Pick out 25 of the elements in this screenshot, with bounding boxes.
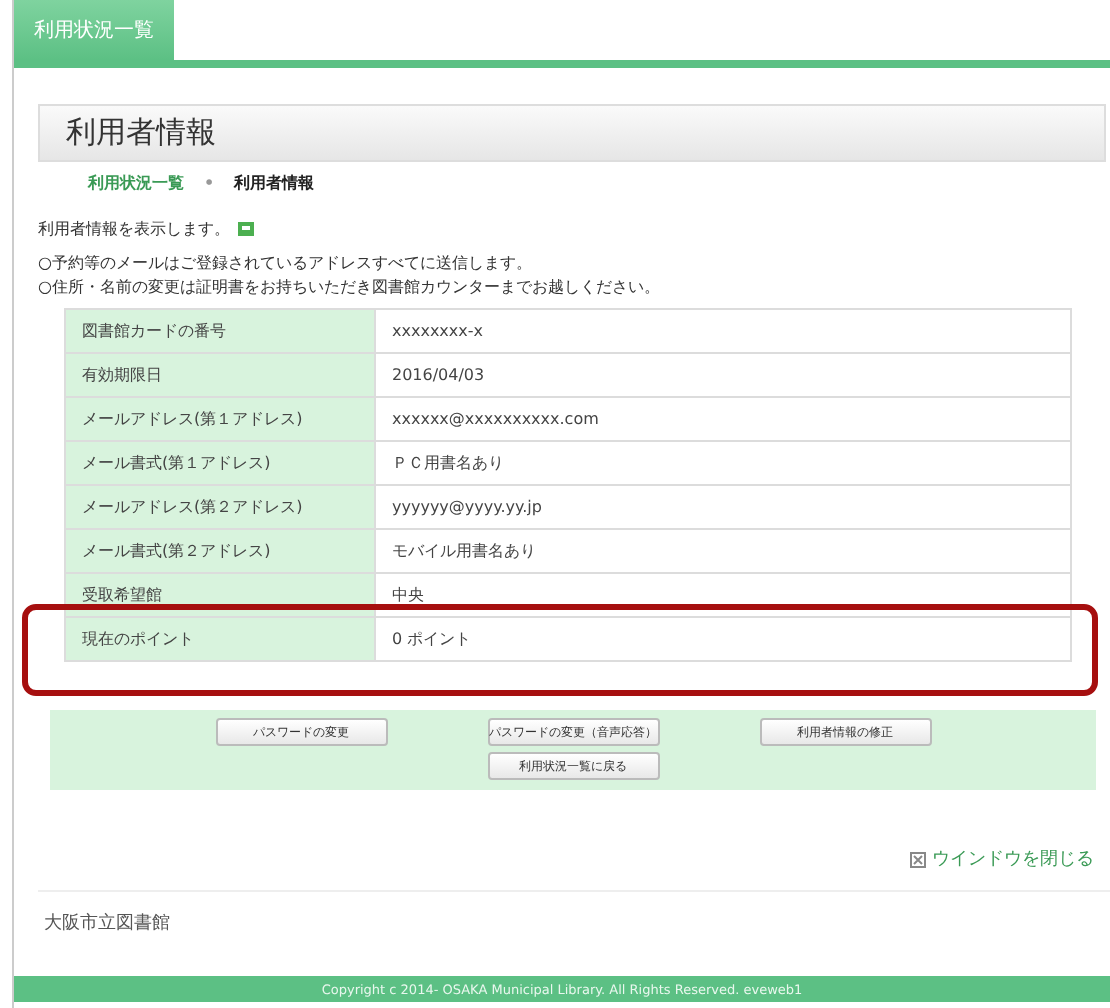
breadcrumb-current: 利用者情報: [234, 172, 315, 194]
field-value: ＰＣ用書名あり: [375, 441, 1071, 485]
library-name: 大阪市立図書館: [44, 911, 172, 936]
field-label: 有効期限日: [65, 353, 375, 397]
field-value: 中央: [375, 573, 1071, 617]
field-label: メールアドレス(第２アドレス): [65, 485, 375, 529]
breadcrumb-link[interactable]: 利用状況一覧: [88, 172, 184, 194]
breadcrumb-separator: •: [204, 174, 215, 192]
field-label: メールアドレス(第１アドレス): [65, 397, 375, 441]
field-value: モバイル用書名あり: [375, 529, 1071, 573]
field-value: yyyyyy@yyyy.yy.jp: [375, 485, 1071, 529]
intro-text: 利用者情報を表示します。: [38, 218, 230, 240]
field-value: 2016/04/03: [375, 353, 1071, 397]
field-label: 現在のポイント: [65, 617, 375, 661]
field-value: 0 ポイント: [375, 617, 1071, 661]
page-heading: 利用者情報: [38, 104, 1106, 162]
field-label: メール書式(第２アドレス): [65, 529, 375, 573]
field-label: 図書館カードの番号: [65, 309, 375, 353]
close-icon[interactable]: [910, 851, 926, 867]
note-text: ○住所・名前の変更は証明書をお持ちいただき図書館カウンターまでお越しください。: [38, 276, 662, 300]
field-label: メール書式(第１アドレス): [65, 441, 375, 485]
note-text: ○予約等のメールはご登録されているアドレスすべてに送信します。: [38, 252, 534, 276]
field-value: xxxxxx@xxxxxxxxxx.com: [375, 397, 1071, 441]
field-value: xxxxxxxx-x: [375, 309, 1071, 353]
close-window-link[interactable]: ウインドウを閉じる: [932, 846, 1094, 872]
